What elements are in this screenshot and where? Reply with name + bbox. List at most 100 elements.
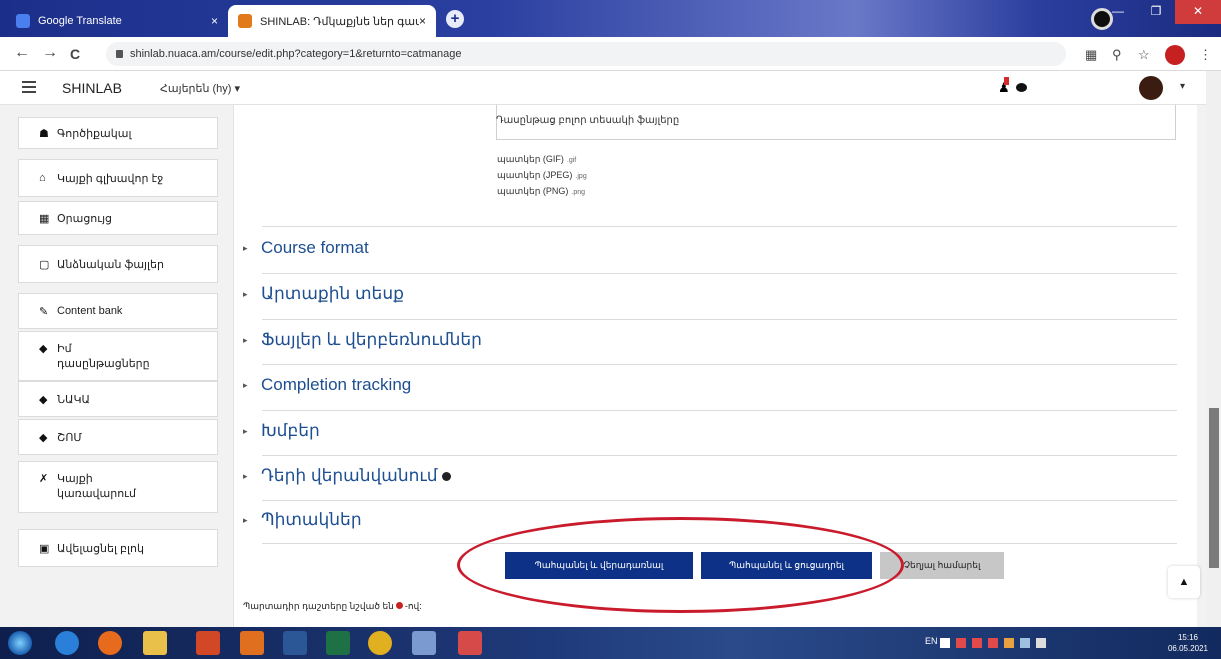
sidebar-item-my-courses[interactable]: ◆ Իմ դասընթացները	[18, 331, 218, 381]
volume-icon[interactable]	[1036, 638, 1046, 648]
tab-google-translate[interactable]: Google Translate ×	[6, 5, 228, 37]
close-tab-icon[interactable]: ×	[419, 14, 426, 28]
tab-title: Google Translate	[38, 15, 122, 27]
section-divider	[262, 500, 1177, 501]
minimize-button[interactable]: —	[1099, 0, 1137, 24]
internet-explorer-icon[interactable]	[55, 631, 79, 655]
section-groups[interactable]: ▸ Խմբեր	[243, 421, 320, 441]
tab-shinlab[interactable]: SHINLAB: Դմկաքյնե ներ գաալ ×	[228, 5, 436, 37]
chrome-icon[interactable]	[368, 631, 392, 655]
tray-arrow-icon[interactable]	[940, 638, 950, 648]
help-icon[interactable]	[441, 471, 451, 481]
close-window-button[interactable]: ✕	[1175, 0, 1221, 24]
tray-app-icon[interactable]	[956, 638, 966, 648]
tab-title: SHINLAB: Դմկաքյնե ներ գաալ	[260, 15, 419, 28]
powerpoint-icon[interactable]	[196, 631, 220, 655]
wrench-icon: ✗	[39, 473, 49, 485]
firefox-icon[interactable]	[98, 631, 122, 655]
sidebar-item-label: Գործիքակալ	[57, 127, 132, 140]
graduation-cap-icon: ◆	[39, 431, 48, 444]
sidebar-item-shom[interactable]: ◆ ՇՈՄ	[18, 419, 218, 455]
moodle-icon	[238, 14, 252, 28]
sidebar-item-site-admin[interactable]: ✗ Կայքի կառավարում	[18, 461, 218, 513]
sidebar-item-label: Ավելացնել բլոկ	[57, 542, 144, 555]
sidebar-item-home[interactable]: ⌂ Կայքի գլխավոր էջ	[18, 159, 218, 197]
sidebar-item-dashboard[interactable]: ☗ Գործիքակալ	[18, 117, 218, 149]
section-course-format[interactable]: ▸ Course format	[243, 238, 369, 258]
excel-icon[interactable]	[326, 631, 350, 655]
profile-avatar-icon[interactable]	[1165, 45, 1185, 65]
url-text: shinlab.nuaca.am/course/edit.php?categor…	[130, 48, 462, 60]
dashboard-icon: ☗	[39, 127, 49, 140]
browser-menu-icon[interactable]: ⋮	[1199, 47, 1212, 63]
section-tags[interactable]: ▸ Պիտակներ	[243, 510, 362, 530]
monitor-icon[interactable]	[412, 631, 436, 655]
chevron-down-icon[interactable]: ▾	[1180, 81, 1185, 92]
scrollbar-thumb[interactable]	[1209, 408, 1219, 568]
annotation-ellipse	[457, 517, 904, 613]
section-divider	[262, 364, 1177, 365]
sidebar-item-label: Content bank	[57, 305, 123, 317]
messages-icon[interactable]	[1016, 83, 1027, 92]
forward-button[interactable]: →	[42, 44, 58, 62]
taskbar-clock[interactable]: 15:16 06.05.2021	[1166, 632, 1210, 654]
word-icon[interactable]	[283, 631, 307, 655]
bookmark-star-icon[interactable]: ☆	[1138, 47, 1150, 63]
sidebar-item-label: Օրացույց	[57, 212, 113, 225]
section-divider	[262, 410, 1177, 411]
sidebar-item-label: Կայքի գլխավոր էջ	[57, 172, 164, 185]
back-to-top-button[interactable]: ▲	[1168, 566, 1200, 598]
section-title: Խմբեր	[261, 421, 320, 440]
browser-tab-strip: Google Translate × SHINLAB: Դմկաքյնե ներ…	[0, 0, 1221, 37]
hamburger-menu-icon[interactable]	[22, 81, 36, 95]
section-title: Course format	[261, 238, 369, 257]
section-divider	[262, 455, 1177, 456]
section-files-uploads[interactable]: ▸ Ֆայլեր և վերբեռնումներ	[243, 330, 482, 350]
window-controls: — ❐ ✕	[1099, 0, 1221, 24]
sidebar-item-label: Կայքի կառավարում	[57, 473, 136, 500]
site-navbar: SHINLAB Հայերեն (hy) ▾ ♟ ▾	[0, 71, 1221, 105]
new-tab-button[interactable]: +	[446, 10, 464, 28]
keyboard-language[interactable]: EN	[925, 636, 938, 646]
outlook-icon[interactable]	[240, 631, 264, 655]
windows-taskbar: EN 15:16 06.05.2021	[0, 627, 1221, 659]
reload-button[interactable]: C	[70, 46, 80, 62]
section-completion-tracking[interactable]: ▸ Completion tracking	[243, 375, 411, 395]
chevron-right-icon: ▸	[243, 514, 248, 525]
chevron-right-icon: ▸	[243, 334, 248, 345]
sidebar-item-naka[interactable]: ◆ ՆԱԿԱ	[18, 381, 218, 417]
sidebar-item-content-bank[interactable]: ✎ Content bank	[18, 293, 218, 329]
start-button-icon[interactable]	[8, 631, 32, 655]
address-bar: ← → C shinlab.nuaca.am/course/edit.php?c…	[0, 37, 1221, 71]
tray-app-icon[interactable]	[988, 638, 998, 648]
tray-app-icon[interactable]	[972, 638, 982, 648]
chevron-right-icon: ▸	[243, 242, 248, 253]
section-divider	[262, 273, 1177, 274]
sidebar-item-calendar[interactable]: ▦ Օրացույց	[18, 201, 218, 235]
sidebar-item-add-block[interactable]: ▣ Ավելացնել բլոկ	[18, 529, 218, 567]
section-role-renaming[interactable]: ▸ Դերի վերանվանում	[243, 466, 451, 486]
translate-icon[interactable]: ▦	[1085, 47, 1097, 63]
chevron-right-icon: ▸	[243, 470, 248, 481]
required-fields-note: Պարտադիր դաշտերը նշված են -ով:	[243, 601, 422, 611]
close-tab-icon[interactable]: ×	[211, 14, 218, 28]
sidebar-item-label: ՇՈՄ	[57, 431, 83, 444]
file-type-item: պատկեր (JPEG) .jpg	[497, 170, 587, 180]
section-appearance[interactable]: ▸ Արտաքին տեսք	[243, 284, 404, 304]
maximize-button[interactable]: ❐	[1137, 0, 1175, 24]
network-icon[interactable]	[1020, 638, 1030, 648]
sidebar-item-files[interactable]: ▢ Անձնական ֆայլեր	[18, 245, 218, 283]
url-input[interactable]: shinlab.nuaca.am/course/edit.php?categor…	[106, 42, 1066, 66]
file-types-header: Դասընթաց բոլոր տեսակի ֆայլերը	[496, 115, 680, 126]
graduation-cap-icon: ◆	[39, 393, 48, 406]
tray-app-icon[interactable]	[1004, 638, 1014, 648]
site-brand[interactable]: SHINLAB	[62, 80, 122, 96]
chevron-right-icon: ▸	[243, 288, 248, 299]
photos-icon[interactable]	[458, 631, 482, 655]
back-button[interactable]: ←	[14, 44, 30, 62]
zoom-icon[interactable]: ⚲	[1112, 47, 1122, 63]
file-explorer-icon[interactable]	[143, 631, 167, 655]
language-selector[interactable]: Հայերեն (hy) ▾	[160, 82, 240, 95]
file-type-item: պատկեր (GIF) .gif	[497, 154, 577, 164]
user-avatar[interactable]	[1139, 76, 1163, 100]
